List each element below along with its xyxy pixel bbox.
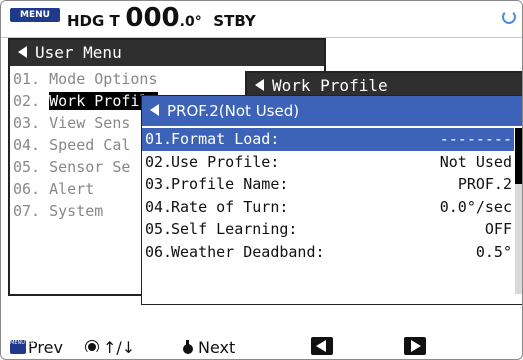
heading-label: HDG T bbox=[67, 12, 120, 30]
right-arrow-icon bbox=[411, 340, 421, 352]
menu-item-num: 04. bbox=[13, 136, 41, 154]
setting-label: Self Learning: bbox=[171, 220, 298, 238]
setting-value: 0.5° bbox=[475, 242, 512, 261]
menu-item-num: 02. bbox=[13, 92, 41, 110]
menu-item-view-sensor[interactable]: 03. View Sens bbox=[10, 112, 158, 134]
rotary-knob-icon bbox=[85, 339, 99, 354]
setting-value: -------- bbox=[439, 130, 512, 148]
menu-item-num: 06. bbox=[13, 180, 41, 198]
user-menu-list: 01. Mode Options 02. Work Profile 03. Vi… bbox=[10, 68, 158, 222]
back-arrow-icon bbox=[255, 78, 264, 91]
setting-num: 06. bbox=[145, 242, 173, 261]
menu-key-indicator: MENU bbox=[10, 8, 60, 22]
menu-item-label: Sensor Se bbox=[49, 158, 131, 176]
scroll-label: ↑/↓ bbox=[103, 338, 136, 357]
menu-item-mode-options[interactable]: 01. Mode Options bbox=[10, 68, 158, 90]
menu-item-num: 05. bbox=[13, 158, 41, 176]
menu-item-sensor-setup[interactable]: 05. Sensor Se bbox=[10, 156, 158, 178]
prof2-title-text: PROF.2(Not Used) bbox=[167, 102, 300, 120]
prof2-settings-list: 01. Format Load: -------- 02. Use Profil… bbox=[142, 128, 514, 263]
next-key-guide[interactable]: Next bbox=[182, 335, 236, 359]
user-menu-title[interactable]: User Menu bbox=[10, 40, 324, 66]
setting-value: 0.0°/sec bbox=[439, 197, 512, 216]
setting-label: Weather Deadband: bbox=[171, 242, 325, 261]
setting-num: 04. bbox=[145, 197, 173, 216]
prof2-panel: PROF.2(Not Used) 01. Format Load: ------… bbox=[141, 95, 522, 305]
status-bar: MENU HDG T 000.0° STBY bbox=[1, 1, 522, 38]
setting-value: PROF.2 bbox=[457, 175, 512, 193]
autopilot-screen: MENU HDG T 000.0° STBY User Menu 01. Mod… bbox=[0, 0, 523, 360]
menu-item-num: 01. bbox=[13, 70, 41, 88]
heading-decimal: .0° bbox=[179, 14, 202, 30]
menu-item-work-profile[interactable]: 02. Work Profile bbox=[10, 90, 158, 112]
prof2-title[interactable]: PROF.2(Not Used) bbox=[142, 96, 522, 126]
back-arrow-icon bbox=[18, 45, 27, 58]
menu-item-speed-cal[interactable]: 04. Speed Cal bbox=[10, 134, 158, 156]
back-arrow-icon bbox=[150, 103, 159, 116]
menu-item-label: Speed Cal bbox=[49, 136, 131, 154]
menu-item-label: View Sens bbox=[49, 114, 131, 132]
mode-indicator: STBY bbox=[213, 12, 256, 30]
setting-label: Use Profile: bbox=[171, 152, 280, 171]
bottom-key-guide: MENU ESCPrev ↑/↓ Next bbox=[1, 335, 522, 359]
next-label: Next bbox=[198, 338, 236, 357]
menu-item-label: Mode Options bbox=[49, 70, 158, 88]
menu-item-label: Alert bbox=[49, 180, 95, 198]
setting-row-self-learning[interactable]: 05. Self Learning: OFF bbox=[142, 218, 514, 241]
setting-num: 02. bbox=[145, 152, 173, 171]
scrollbar-thumb[interactable] bbox=[515, 128, 522, 184]
scrollbar[interactable] bbox=[515, 128, 522, 294]
left-arrow-key[interactable] bbox=[311, 337, 333, 355]
setting-label: Profile Name: bbox=[171, 175, 289, 193]
heading-readout: HDG T 000.0° STBY bbox=[67, 3, 256, 33]
setting-row-rate-of-turn[interactable]: 04. Rate of Turn: 0.0°/sec bbox=[142, 196, 514, 219]
menu-item-label: System bbox=[49, 202, 104, 220]
menu-esc-key-icon: MENU ESC bbox=[10, 339, 36, 354]
right-arrow-key[interactable] bbox=[404, 337, 426, 355]
setting-num: 01. bbox=[145, 130, 173, 148]
left-arrow-icon bbox=[316, 340, 326, 352]
setting-num: 03. bbox=[145, 175, 173, 193]
menu-item-num: 07. bbox=[13, 202, 41, 220]
setting-row-weather-deadband[interactable]: 06. Weather Deadband: 0.5° bbox=[142, 241, 514, 264]
menu-item-system[interactable]: 07. System bbox=[10, 200, 158, 222]
setting-value: OFF bbox=[484, 220, 512, 238]
knob-push-icon bbox=[182, 339, 194, 354]
menu-item-alert[interactable]: 06. Alert bbox=[10, 178, 158, 200]
work-profile-title-text: Work Profile bbox=[272, 76, 388, 95]
setting-num: 05. bbox=[145, 220, 173, 238]
setting-row-profile-name[interactable]: 03. Profile Name: PROF.2 bbox=[142, 173, 514, 196]
busy-icon bbox=[502, 10, 516, 24]
setting-row-format-load[interactable]: 01. Format Load: -------- bbox=[142, 128, 514, 151]
heading-value: 000 bbox=[125, 3, 180, 33]
setting-row-use-profile[interactable]: 02. Use Profile: Not Used bbox=[142, 151, 514, 174]
menu-item-num: 03. bbox=[13, 114, 41, 132]
user-menu-title-text: User Menu bbox=[35, 43, 122, 62]
setting-value: Not Used bbox=[439, 152, 512, 171]
scroll-key-guide[interactable]: ↑/↓ bbox=[85, 335, 136, 359]
prev-key-guide[interactable]: MENU ESCPrev bbox=[10, 335, 63, 359]
setting-label: Format Load: bbox=[171, 130, 280, 148]
setting-label: Rate of Turn: bbox=[171, 197, 289, 216]
